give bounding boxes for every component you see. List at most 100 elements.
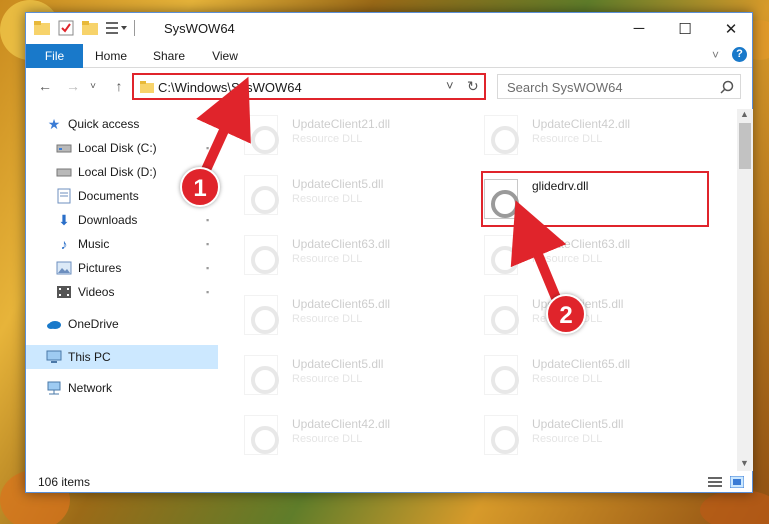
file-type: Resource DLL bbox=[532, 373, 603, 385]
file-tile[interactable]: UpdateClient5.dllResource DLL bbox=[476, 409, 696, 459]
file-tile[interactable]: UpdateClient5.dllResource DLL bbox=[476, 289, 696, 339]
dll-file-icon bbox=[484, 295, 519, 335]
scroll-up-icon[interactable]: ▲ bbox=[740, 109, 749, 119]
cloud-icon bbox=[46, 316, 62, 332]
dll-file-icon bbox=[484, 415, 519, 455]
file-name: UpdateClient65.dll bbox=[532, 357, 631, 371]
scrollbar-thumb[interactable] bbox=[739, 123, 751, 169]
file-type: Resource DLL bbox=[532, 253, 603, 265]
pin-icon: ▪ bbox=[206, 263, 210, 273]
dll-file-icon bbox=[244, 175, 279, 215]
file-type: Resource DLL bbox=[292, 313, 363, 325]
file-type: Resource DLL bbox=[292, 193, 363, 205]
documents-icon bbox=[56, 188, 72, 204]
details-view-icon[interactable] bbox=[708, 476, 722, 488]
file-name: UpdateClient42.dll bbox=[292, 417, 391, 431]
file-tile[interactable]: UpdateClient65.dll Resource DLL bbox=[476, 349, 696, 399]
title-bar: SysWOW64 ─ ☐ ✕ bbox=[26, 13, 752, 44]
file-tile[interactable]: UpdateClient63.dll Resource DLL bbox=[476, 229, 696, 279]
scroll-down-icon[interactable]: ▼ bbox=[740, 458, 749, 468]
file-type: Resource DLL bbox=[292, 133, 363, 145]
background-leaf bbox=[700, 490, 769, 524]
file-list: UpdateClient21.dll Resource DLL UpdateCli… bbox=[236, 109, 736, 469]
music-icon: ♪ bbox=[60, 236, 68, 252]
help-icon[interactable]: ? bbox=[732, 47, 747, 62]
item-count: 106 items bbox=[38, 475, 91, 489]
file-tile[interactable]: UpdateClient65.dll Resource DLL bbox=[236, 289, 456, 339]
tab-home[interactable]: Home bbox=[86, 44, 136, 68]
window-title: SysWOW64 bbox=[164, 21, 235, 36]
minimize-button[interactable]: ─ bbox=[616, 13, 662, 44]
address-highlight-box bbox=[132, 73, 486, 100]
sidebar-item-downloads[interactable]: ⬇ Downloads ▪ bbox=[56, 209, 218, 231]
dll-file-icon bbox=[484, 115, 519, 155]
file-tile[interactable]: UpdateClient5.dllResource DLL bbox=[236, 169, 456, 219]
computer-icon bbox=[46, 349, 62, 365]
search-icon bbox=[720, 80, 734, 94]
large-icons-view-icon[interactable] bbox=[730, 476, 744, 488]
navigation-row: ← → ˅ ↑ C:\Windows\SysWOW64 ˅ ↻ Search S… bbox=[26, 71, 752, 101]
sidebar-item-pictures[interactable]: Pictures ▪ bbox=[56, 257, 218, 279]
forward-arrow-icon: → bbox=[66, 78, 80, 94]
file-tile[interactable]: UpdateClient42.dll Resource DLL bbox=[236, 409, 456, 459]
file-name: UpdateClient5.dll bbox=[532, 417, 624, 431]
pin-icon: ▪ bbox=[206, 287, 210, 297]
tab-share[interactable]: Share bbox=[144, 44, 194, 68]
back-button[interactable]: ← bbox=[34, 75, 56, 97]
sidebar-item-this-pc[interactable]: This PC bbox=[26, 345, 218, 369]
file-tile[interactable]: UpdateClient63.dll Resource DLL bbox=[236, 229, 456, 279]
drive-icon bbox=[56, 140, 72, 156]
sidebar-item-label: OneDrive bbox=[68, 317, 119, 331]
sidebar-item-onedrive[interactable]: OneDrive bbox=[46, 313, 218, 335]
file-name: UpdateClient65.dll bbox=[292, 297, 391, 311]
dll-file-icon bbox=[484, 355, 519, 395]
maximize-icon: ☐ bbox=[678, 20, 692, 38]
quick-access-toolbar bbox=[34, 20, 143, 36]
new-folder-icon[interactable] bbox=[82, 21, 98, 35]
file-name: UpdateClient5.dll bbox=[292, 357, 384, 371]
videos-icon bbox=[56, 284, 72, 300]
dll-file-icon bbox=[244, 355, 279, 395]
sidebar-item-label: Quick access bbox=[68, 117, 140, 131]
vertical-scrollbar[interactable]: ▲ ▼ bbox=[737, 109, 753, 471]
search-input[interactable]: Search SysWOW64 bbox=[507, 80, 623, 95]
sidebar-item-local-disk-c[interactable]: Local Disk (C:) ▪ bbox=[56, 137, 218, 159]
file-type: Resource DLL bbox=[292, 253, 363, 265]
file-name: UpdateClient42.dll bbox=[532, 117, 631, 131]
minimize-icon: ─ bbox=[633, 20, 645, 37]
folder-icon bbox=[34, 21, 50, 35]
drive-icon bbox=[56, 164, 72, 180]
sidebar-item-label: Downloads bbox=[78, 213, 138, 227]
up-button[interactable]: ↑ bbox=[108, 75, 130, 97]
tab-view[interactable]: View bbox=[202, 44, 248, 68]
file-tile[interactable]: UpdateClient21.dll Resource DLL bbox=[236, 109, 456, 159]
sidebar-item-label: Music bbox=[78, 237, 110, 251]
forward-button[interactable]: → bbox=[62, 75, 84, 97]
sidebar-item-label: Videos bbox=[78, 285, 115, 299]
sidebar-item-videos[interactable]: Videos ▪ bbox=[56, 281, 218, 303]
file-tile[interactable]: UpdateClient42.dll Resource DLL bbox=[476, 109, 696, 159]
properties-icon[interactable] bbox=[58, 20, 74, 36]
sidebar-item-label: Local Disk (C:) bbox=[78, 141, 157, 155]
chevron-down-icon[interactable]: ˅ bbox=[712, 48, 719, 62]
file-type: Resource DLL bbox=[292, 433, 363, 445]
sidebar-item-label: Network bbox=[68, 381, 113, 395]
sidebar-item-network[interactable]: Network bbox=[46, 377, 218, 399]
tab-file[interactable]: File bbox=[26, 44, 83, 68]
sidebar-item-quick-access[interactable]: ★ Quick access bbox=[46, 113, 218, 135]
sidebar-item-label: Pictures bbox=[78, 261, 122, 275]
recent-locations-button[interactable]: ˅ bbox=[86, 75, 100, 97]
file-name: UpdateClient63.dll bbox=[532, 237, 631, 251]
network-icon bbox=[46, 380, 62, 396]
sidebar-item-label: Local Disk (D:) bbox=[78, 165, 157, 179]
search-box[interactable]: Search SysWOW64 bbox=[497, 74, 741, 99]
customize-toolbar-icon[interactable] bbox=[106, 21, 128, 35]
file-type: Resource DLL bbox=[292, 373, 363, 385]
step-badge-1: 1 bbox=[180, 167, 220, 207]
close-button[interactable]: ✕ bbox=[708, 13, 754, 44]
maximize-button[interactable]: ☐ bbox=[662, 13, 708, 44]
file-tile[interactable]: UpdateClient5.dll Resource DLL bbox=[236, 349, 456, 399]
pin-icon: ▪ bbox=[206, 143, 210, 153]
dll-file-icon bbox=[244, 415, 279, 455]
sidebar-item-music[interactable]: ♪ Music ▪ bbox=[56, 233, 218, 255]
